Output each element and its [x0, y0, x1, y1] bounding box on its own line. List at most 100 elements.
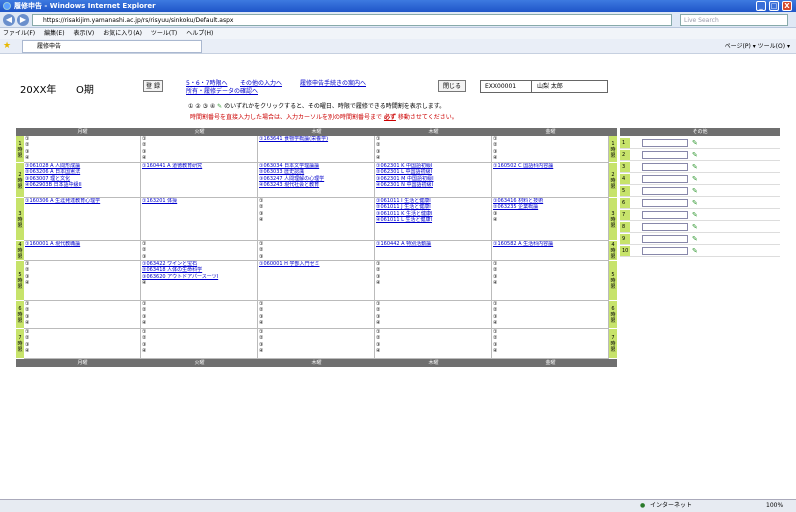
period-mark[interactable]: ③ — [376, 274, 380, 280]
period-mark[interactable]: ① — [376, 261, 380, 267]
course-link[interactable]: ①060001 H 学部入門ゼミ — [259, 261, 320, 267]
period-mark[interactable]: ④ — [259, 217, 263, 223]
period-mark[interactable]: ② — [376, 267, 380, 273]
period-mark[interactable]: ③ — [376, 314, 380, 320]
course-code-input[interactable] — [642, 247, 688, 255]
period-mark[interactable]: ④ — [25, 348, 29, 354]
period-mark[interactable]: ② — [493, 267, 497, 273]
period-mark[interactable]: ① — [142, 329, 146, 335]
menu-edit[interactable]: 編集(E) — [44, 30, 64, 37]
period-mark[interactable]: ① — [376, 136, 380, 142]
period-mark[interactable]: ③ — [142, 342, 146, 348]
period-mark[interactable]: ④ — [142, 320, 146, 326]
tab-risyuu[interactable]: 履修申告 — [22, 40, 202, 53]
course-link[interactable]: ②063418 人体の生命科学 — [142, 267, 202, 273]
period-mark[interactable]: ④ — [493, 320, 497, 326]
close-window-button[interactable]: X — [782, 1, 792, 11]
period-mark[interactable]: ① — [493, 329, 497, 335]
pencil-icon[interactable]: ✎ — [692, 139, 698, 147]
course-link[interactable]: ①163201 体操 — [142, 198, 177, 204]
period-mark[interactable]: ① — [493, 136, 497, 142]
course-code-input[interactable] — [642, 235, 688, 243]
course-link[interactable]: ①160441 A 道徳教育研究 — [142, 163, 202, 169]
course-link[interactable]: ①160306 A 生涯発達教育心理学 — [25, 198, 100, 204]
course-code-input[interactable] — [642, 151, 688, 159]
course-code-input[interactable] — [642, 199, 688, 207]
course-link[interactable]: ③062301 M 中国語初級I — [376, 176, 434, 182]
period-mark[interactable]: ② — [493, 335, 497, 341]
maximize-button[interactable]: □ — [769, 1, 779, 11]
period-mark[interactable]: ④ — [376, 348, 380, 354]
period-mark[interactable]: ④ — [142, 280, 146, 286]
course-link[interactable]: ①160001 A 現代教職論 — [25, 241, 80, 247]
url-field[interactable]: https://risakijim.yamanashi.ac.jp/rs/ris… — [32, 14, 672, 26]
period-mark[interactable]: ③ — [376, 342, 380, 348]
link-other-input[interactable]: その他の入力へ — [240, 80, 282, 87]
period-mark[interactable]: ② — [493, 142, 497, 148]
period-mark[interactable]: ① — [25, 301, 29, 307]
pencil-icon[interactable]: ✎ — [692, 247, 698, 255]
link-periods-567[interactable]: 5・6・7時限へ — [186, 80, 227, 87]
period-mark[interactable]: ③ — [142, 314, 146, 320]
period-mark[interactable]: ② — [493, 307, 497, 313]
period-mark[interactable]: ② — [142, 335, 146, 341]
course-code-input[interactable] — [642, 187, 688, 195]
period-mark[interactable]: ④ — [142, 155, 146, 161]
period-mark[interactable]: ① — [493, 261, 497, 267]
course-link[interactable]: ②063033 歴史認識 — [259, 169, 304, 175]
period-mark[interactable]: ① — [376, 301, 380, 307]
menu-help[interactable]: ヘルプ(H) — [186, 30, 213, 37]
period-mark[interactable]: ④ — [493, 155, 497, 161]
period-mark[interactable]: ④ — [376, 320, 380, 326]
menu-favorites[interactable]: お気に入り(A) — [103, 30, 142, 37]
link-data-check[interactable]: 所有・履修データの確認へ — [186, 88, 258, 95]
course-link[interactable]: ②061011 J 生活と健康I — [376, 204, 431, 210]
period-mark[interactable]: ② — [376, 142, 380, 148]
pencil-icon[interactable]: ✎ — [692, 163, 698, 171]
course-link[interactable]: ③063247 人間理解の心理学 — [259, 176, 324, 182]
pencil-icon[interactable]: ✎ — [692, 223, 698, 231]
period-mark[interactable]: ② — [142, 247, 146, 253]
period-mark[interactable]: ② — [259, 307, 263, 313]
period-mark[interactable]: ③ — [142, 254, 146, 260]
period-mark[interactable]: ① — [25, 136, 29, 142]
period-mark[interactable]: ③ — [259, 342, 263, 348]
period-mark[interactable]: ① — [493, 301, 497, 307]
period-mark[interactable]: ① — [142, 301, 146, 307]
period-mark[interactable]: ① — [376, 329, 380, 335]
menu-tools[interactable]: ツール(T) — [151, 30, 177, 37]
period-mark[interactable]: ③ — [142, 149, 146, 155]
period-mark[interactable]: ② — [376, 307, 380, 313]
period-mark[interactable]: ③ — [376, 149, 380, 155]
period-mark[interactable]: ① — [25, 329, 29, 335]
period-mark[interactable]: ① — [142, 136, 146, 142]
course-link[interactable]: ①160582 A 生活科内容論 — [493, 241, 553, 247]
period-mark[interactable]: ③ — [493, 342, 497, 348]
period-mark[interactable]: ① — [25, 261, 29, 267]
period-mark[interactable]: ② — [259, 247, 263, 253]
pencil-icon[interactable]: ✎ — [692, 175, 698, 183]
period-mark[interactable]: ③ — [25, 342, 29, 348]
course-link[interactable]: ③063620 アウトドアパースーツI — [142, 274, 218, 280]
course-code-input[interactable] — [642, 139, 688, 147]
period-mark[interactable]: ② — [259, 204, 263, 210]
course-link[interactable]: ①163641 食物学概論(栄養学) — [259, 136, 328, 142]
register-button[interactable]: 登 録 — [143, 80, 163, 92]
course-link[interactable]: ②062301 L 中国語初級I — [376, 169, 432, 175]
period-mark[interactable]: ④ — [142, 348, 146, 354]
course-code-input[interactable] — [642, 211, 688, 219]
period-mark[interactable]: ③ — [259, 254, 263, 260]
period-mark[interactable]: ② — [142, 142, 146, 148]
period-mark[interactable]: ④ — [376, 155, 380, 161]
course-link[interactable]: ③063007 理と文化 — [25, 176, 70, 182]
back-button[interactable]: ◀ — [3, 14, 15, 26]
pencil-icon[interactable]: ✎ — [692, 211, 698, 219]
course-code-input[interactable] — [642, 175, 688, 183]
period-mark[interactable]: ③ — [493, 149, 497, 155]
period-mark[interactable]: ② — [376, 335, 380, 341]
course-code-input[interactable] — [642, 163, 688, 171]
course-link[interactable]: ②063235 企業概論 — [493, 204, 538, 210]
period-mark[interactable]: ③ — [259, 211, 263, 217]
period-mark[interactable]: ① — [259, 329, 263, 335]
menu-view[interactable]: 表示(V) — [73, 30, 94, 37]
